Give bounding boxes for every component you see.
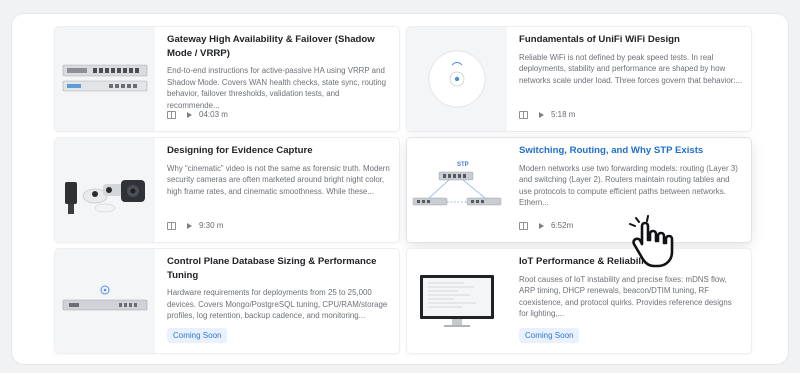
- course-card[interactable]: STP Switching, Routing, and Why STP Exis…: [407, 138, 751, 242]
- rack-gateway-thumbnail: [55, 27, 155, 131]
- course-card[interactable]: IoT Performance & Reliability Gu Root ca…: [407, 249, 751, 353]
- course-card[interactable]: Fundamentals of UniFi WiFi Design Reliab…: [407, 27, 751, 131]
- book-icon: [519, 110, 528, 119]
- course-title[interactable]: Switching, Routing, and Why STP Exists: [519, 144, 743, 158]
- course-title[interactable]: Gateway High Availability & Failover (Sh…: [167, 33, 391, 60]
- course-card[interactable]: Control Plane Database Sizing & Performa…: [55, 249, 399, 353]
- course-description: Why “cinematic” video is not the same as…: [167, 163, 390, 196]
- course-title[interactable]: Designing for Evidence Capture: [167, 144, 391, 158]
- server-thumbnail: [55, 249, 155, 353]
- course-description: Hardware requirements for deployments fr…: [167, 288, 388, 321]
- course-description: Root causes of IoT instability and preci…: [519, 274, 732, 319]
- course-duration: 04:03 m: [199, 110, 228, 119]
- hand-pointer-icon: [626, 212, 690, 272]
- course-meta: 04:03 m: [167, 110, 228, 119]
- course-duration: 6:52m: [551, 221, 574, 230]
- course-description: Modern networks use two forwarding model…: [519, 163, 738, 208]
- course-title[interactable]: Fundamentals of UniFi WiFi Design: [519, 33, 743, 47]
- book-icon: [167, 221, 176, 230]
- stp-diagram-thumbnail: STP: [407, 138, 507, 242]
- access-point-thumbnail: [407, 27, 507, 131]
- play-icon: [187, 222, 192, 229]
- course-description: Reliable WiFi is not defined by peak spe…: [519, 52, 743, 85]
- course-meta: 5:18 m: [519, 110, 575, 119]
- course-duration: 5:18 m: [551, 110, 576, 119]
- course-card[interactable]: Gateway High Availability & Failover (Sh…: [55, 27, 399, 131]
- course-meta: 9:30 m: [167, 221, 223, 230]
- book-icon: [519, 221, 528, 230]
- play-icon: [187, 111, 192, 118]
- play-icon: [539, 111, 544, 118]
- course-title[interactable]: Control Plane Database Sizing & Performa…: [167, 255, 391, 282]
- coming-soon-badge: Coming Soon: [519, 328, 580, 343]
- play-icon: [539, 222, 544, 229]
- monitor-thumbnail: [407, 249, 507, 353]
- course-duration: 9:30 m: [199, 221, 224, 230]
- stp-label: STP: [457, 162, 469, 168]
- course-description: End-to-end instructions for active-passi…: [167, 66, 386, 110]
- cameras-thumbnail: [55, 138, 155, 242]
- coming-soon-badge: Coming Soon: [167, 328, 228, 343]
- course-meta: 6:52m: [519, 221, 573, 230]
- course-card[interactable]: Designing for Evidence Capture Why “cine…: [55, 138, 399, 242]
- book-icon: [167, 110, 176, 119]
